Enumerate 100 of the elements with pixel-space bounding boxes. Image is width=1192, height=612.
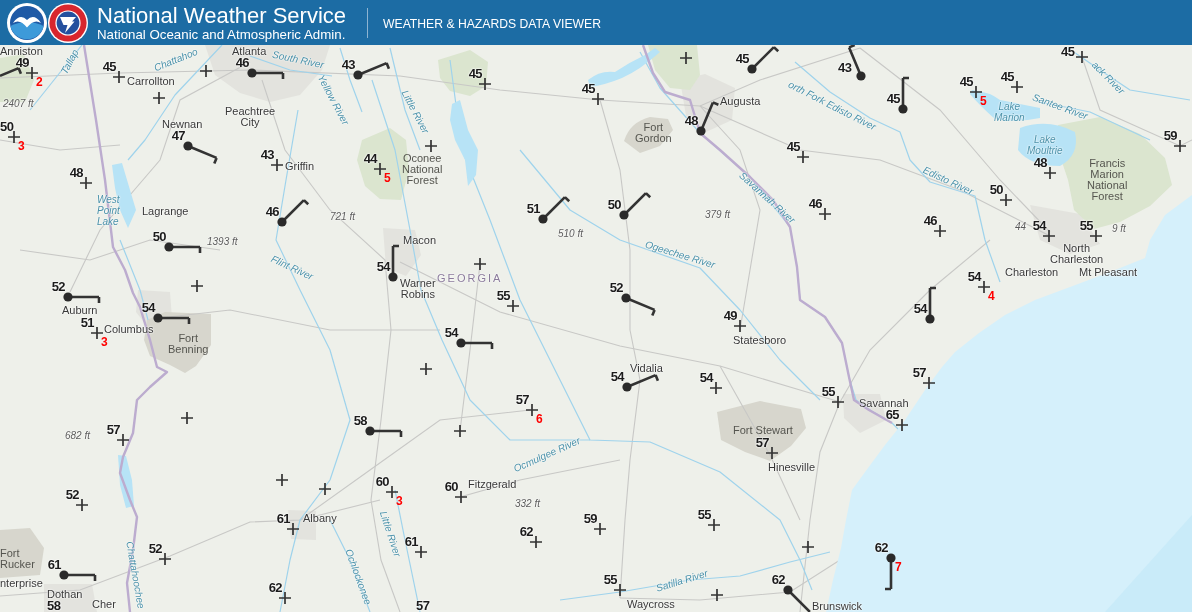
temperature-label: 45 (468, 68, 482, 80)
temperature-label: 57 (106, 424, 120, 436)
water-feature-label: South River (271, 48, 325, 72)
temperature-label: 52 (148, 543, 162, 555)
area-label: Oconee National Forest (402, 153, 443, 186)
temperature-label: 54 (376, 261, 390, 273)
temperature-label: 50 (989, 184, 1003, 196)
city-label: Mt Pleasant (1079, 266, 1138, 278)
water-feature-label: Lake Moultrie (1027, 134, 1063, 156)
temperature-label: 57 (416, 600, 430, 612)
temperature-label: 61 (47, 559, 61, 571)
plus-marker-icon (1089, 229, 1103, 243)
temperature-label: 45 (886, 93, 900, 105)
plus-marker-icon (419, 362, 433, 376)
temperature-label: 51 (526, 203, 540, 215)
station-value-label: 4 (988, 290, 995, 302)
city-label: Columbus (104, 323, 154, 335)
plus-marker-icon (529, 535, 543, 549)
temperature-label: 55 (1079, 220, 1093, 232)
plus-marker-icon (710, 588, 724, 602)
plus-marker-icon (270, 158, 284, 172)
wind-barb-icon (538, 195, 571, 224)
wind-barb-icon (621, 293, 656, 317)
temperature-label: 48 (1033, 157, 1047, 169)
plus-marker-icon (112, 70, 126, 84)
temperature-label: 54 (967, 271, 981, 283)
elevation-label: 379 ft (705, 209, 731, 221)
plus-marker-icon (613, 583, 627, 597)
city-label: Warner Robins (400, 278, 436, 300)
wind-barb-icon (183, 141, 218, 165)
city-label: Carrollton (127, 75, 175, 87)
temperature-label: 55 (496, 290, 510, 302)
temperature-label: 54 (141, 302, 155, 314)
wind-barb-icon (456, 338, 494, 351)
wind-barb-icon (783, 585, 812, 612)
water-feature-label: Santee River (1030, 91, 1090, 123)
plus-marker-icon (933, 224, 947, 238)
plus-marker-icon (278, 591, 292, 605)
temperature-label: 55 (697, 509, 711, 521)
plus-marker-icon (679, 51, 693, 65)
plus-marker-icon (593, 522, 607, 536)
temperature-label: 48 (69, 167, 83, 179)
plus-marker-icon (180, 411, 194, 425)
plus-marker-icon (75, 498, 89, 512)
elevation-label: 2407 ft (3, 98, 34, 110)
water-feature-label: orth Fork Edisto River (786, 78, 878, 134)
temperature-label: 54 (610, 371, 624, 383)
water-feature-label: Lake Marion (994, 101, 1025, 123)
plus-marker-icon (796, 150, 810, 164)
temperature-label: 58 (353, 415, 367, 427)
temperature-label: 61 (276, 513, 290, 525)
elevation-label: 721 ft (330, 211, 356, 223)
water-feature-label: Edisto River (921, 164, 975, 198)
temperature-label: 43 (838, 62, 852, 74)
plus-marker-icon (1173, 139, 1187, 153)
temperature-label: 55 (603, 574, 617, 586)
plus-marker-icon (895, 418, 909, 432)
area-label: Francis Marion National Forest (1087, 158, 1128, 202)
plus-marker-icon (79, 176, 93, 190)
temperature-label: 46 (808, 198, 822, 210)
plus-marker-icon (158, 552, 172, 566)
plus-marker-icon (506, 299, 520, 313)
temperature-label: 43 (260, 149, 274, 161)
temperature-label: 49 (15, 57, 29, 69)
wind-barb-icon (696, 101, 720, 136)
plus-marker-icon (765, 446, 779, 460)
plus-marker-icon (116, 433, 130, 447)
temperature-label: 62 (519, 526, 533, 538)
elevation-label: 682 ft (65, 430, 91, 442)
plus-marker-icon (454, 490, 468, 504)
temperature-label: 52 (609, 282, 623, 294)
city-label: Cher (92, 598, 116, 610)
city-label: Statesboro (733, 334, 787, 346)
city-label: Waycross (627, 598, 675, 610)
temperature-label: 49 (723, 310, 737, 322)
water-feature-label: Little River (377, 509, 403, 559)
city-label: Auburn (62, 304, 98, 316)
water-feature-label: Chattahoochee (123, 540, 147, 610)
city-label: Brunswick (812, 600, 863, 612)
temperature-label: 45 (102, 61, 116, 73)
plus-marker-icon (199, 64, 213, 78)
plus-marker-icon (318, 482, 332, 496)
temperature-label: 52 (65, 489, 79, 501)
wind-barb-icon (59, 570, 97, 583)
city-label: Atlanta (232, 45, 267, 57)
station-value-label: 3 (101, 336, 108, 348)
temperature-label: 46 (923, 215, 937, 227)
plus-marker-icon (453, 424, 467, 438)
temperature-label: 62 (771, 574, 785, 586)
wind-barb-icon (63, 292, 101, 305)
city-label: Anniston (0, 45, 43, 57)
wind-barb-icon (164, 242, 202, 255)
plus-marker-icon (190, 279, 204, 293)
station-value-label: 2 (36, 76, 43, 88)
temperature-label: 52 (51, 281, 65, 293)
plus-marker-icon (152, 91, 166, 105)
plus-marker-icon (707, 518, 721, 532)
water-feature-label: Flint River (269, 253, 315, 283)
state-label: GEORGIA (437, 272, 503, 284)
ring-emblem-icon (48, 2, 88, 43)
